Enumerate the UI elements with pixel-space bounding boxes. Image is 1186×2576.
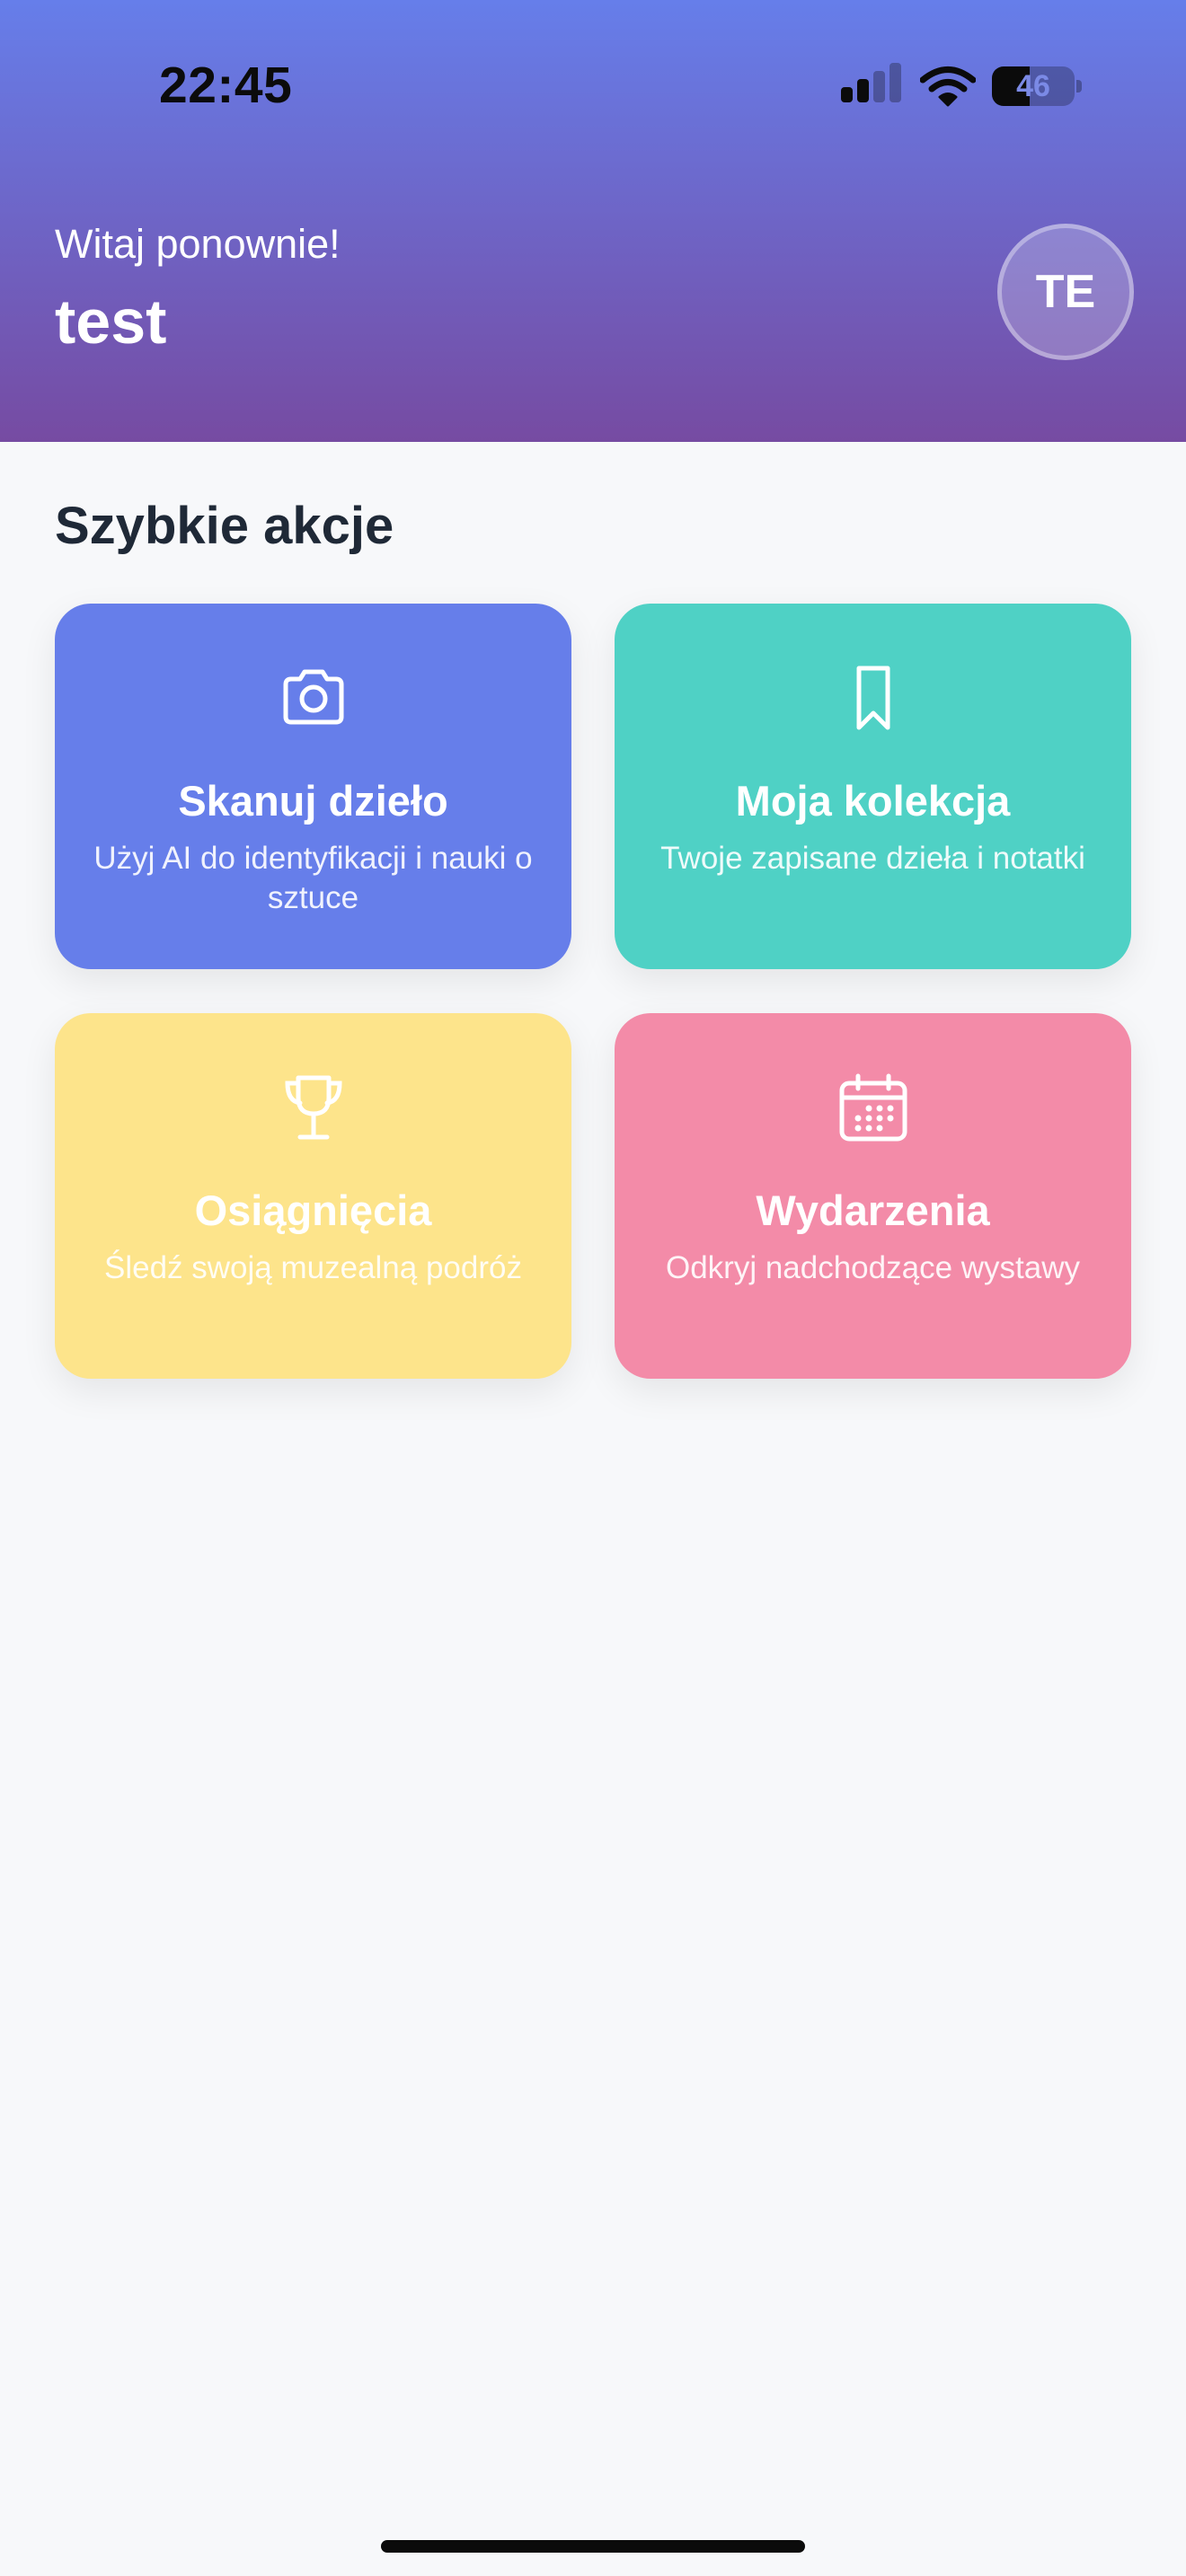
wifi-icon xyxy=(920,66,976,107)
battery-percentage: 46 xyxy=(1016,69,1050,103)
home-indicator[interactable] xyxy=(381,2540,805,2553)
section-title: Szybkie akcje xyxy=(55,497,394,555)
battery-tip xyxy=(1076,80,1082,93)
card-title: Skanuj dzieło xyxy=(178,777,448,825)
my-collection-card[interactable]: Moja kolekcja Twoje zapisane dzieła i no… xyxy=(615,604,1131,969)
avatar[interactable]: TE xyxy=(997,224,1134,360)
header-banner: 22:45 46 Witaj ponownie! test TE xyxy=(0,0,1186,442)
card-subtitle: Śledź swoją muzealną podróż xyxy=(104,1250,522,1285)
greeting-text: Witaj ponownie! xyxy=(55,221,341,267)
battery-icon: 46 xyxy=(992,66,1075,106)
signal-icon xyxy=(841,63,902,108)
username: test xyxy=(55,287,167,357)
achievements-card[interactable]: Osiągnięcia Śledź swoją muzealną podróż xyxy=(55,1013,571,1379)
card-title: Wydarzenia xyxy=(756,1187,990,1234)
events-card[interactable]: Wydarzenia Odkryj nadchodzące wystawy xyxy=(615,1013,1131,1379)
card-subtitle: Twoje zapisane dzieła i notatki xyxy=(660,841,1085,876)
card-title: Osiągnięcia xyxy=(194,1187,432,1234)
camera-icon xyxy=(283,669,344,725)
bookmark-icon xyxy=(856,666,890,730)
card-title: Moja kolekcja xyxy=(735,777,1011,825)
card-subtitle: Użyj AI do identyfikacji i nauki o sztuc… xyxy=(93,841,533,915)
status-time: 22:45 xyxy=(159,57,293,114)
calendar-icon xyxy=(839,1073,907,1142)
card-subtitle: Odkryj nadchodzące wystawy xyxy=(665,1250,1081,1285)
trophy-icon xyxy=(285,1075,342,1140)
scan-artwork-card[interactable]: Skanuj dzieło Użyj AI do identyfikacji i… xyxy=(55,604,571,969)
